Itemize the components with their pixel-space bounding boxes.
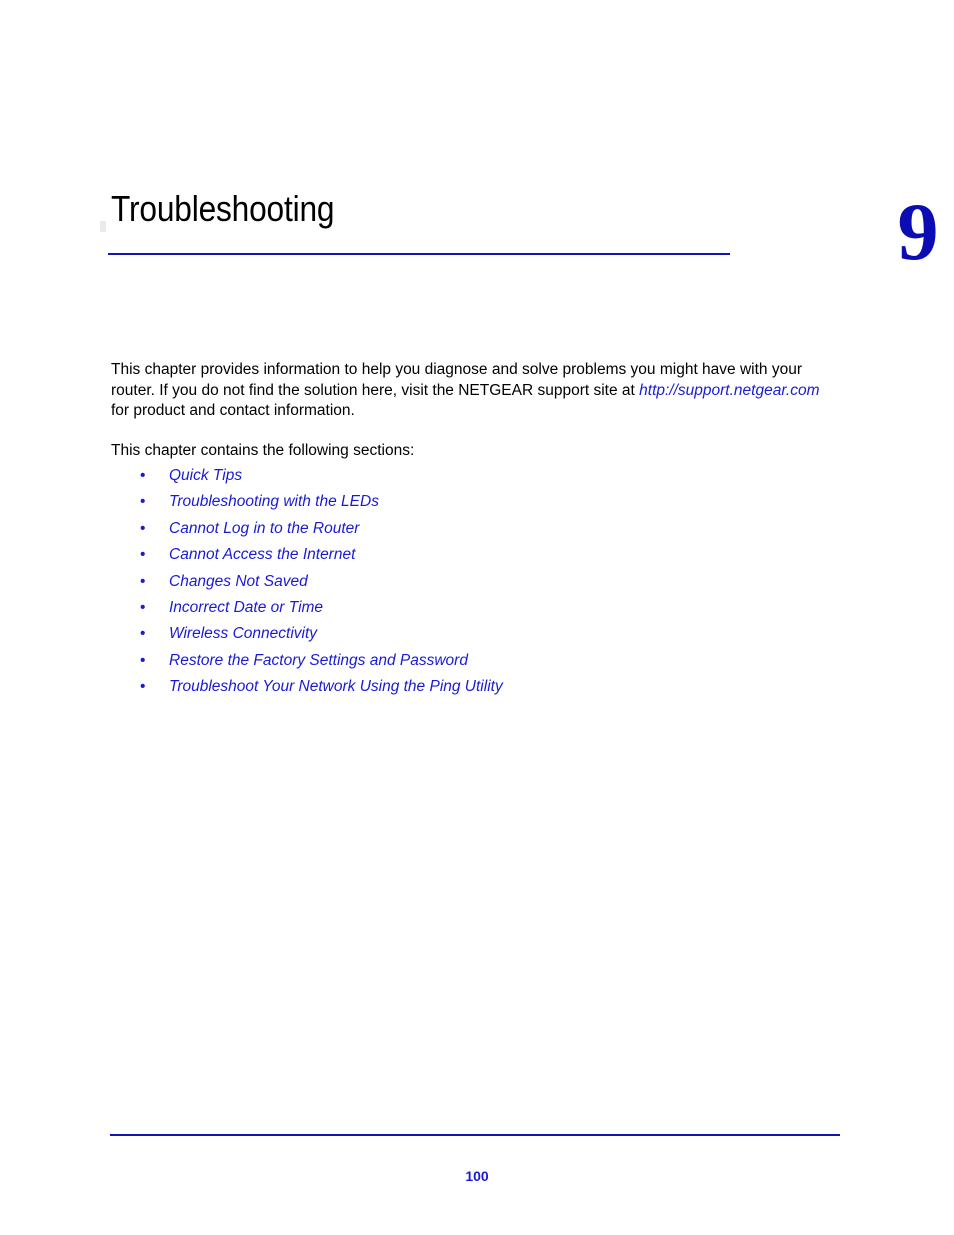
list-item: • Changes Not Saved: [111, 569, 841, 595]
chapter-header: Troubleshooting 9: [108, 186, 939, 296]
section-link-wireless-connectivity[interactable]: Wireless Connectivity: [169, 621, 317, 647]
intro-text-after-link: for product and contact information.: [111, 402, 355, 419]
list-item: • Cannot Access the Internet: [111, 542, 841, 568]
section-link-troubleshoot-your-network-using-the-ping-utility[interactable]: Troubleshoot Your Network Using the Ping…: [169, 674, 503, 700]
intro-paragraph: This chapter provides information to hel…: [111, 360, 841, 422]
netgear-support-link[interactable]: http://support.netgear.com: [639, 382, 819, 399]
chapter-section-list: • Quick Tips • Troubleshooting with the …: [111, 463, 841, 701]
bullet-icon: •: [140, 625, 146, 643]
section-link-changes-not-saved[interactable]: Changes Not Saved: [169, 569, 308, 595]
chapter-number: 9: [897, 186, 939, 277]
page-number: 100: [465, 1168, 489, 1184]
bullet-icon: •: [140, 572, 146, 590]
section-link-incorrect-date-or-time[interactable]: Incorrect Date or Time: [169, 595, 323, 621]
sections-lead-in: This chapter contains the following sect…: [111, 441, 415, 459]
list-item: • Quick Tips: [111, 463, 841, 489]
list-item: • Troubleshooting with the LEDs: [111, 489, 841, 515]
page-edge-artifact: [100, 221, 106, 232]
bullet-icon: •: [140, 678, 146, 696]
section-link-troubleshooting-with-the-leds[interactable]: Troubleshooting with the LEDs: [169, 489, 379, 515]
bullet-icon: •: [140, 651, 146, 669]
list-item: • Restore the Factory Settings and Passw…: [111, 648, 841, 674]
bullet-icon: •: [140, 467, 146, 484]
section-link-cannot-access-the-internet[interactable]: Cannot Access the Internet: [169, 542, 355, 568]
section-link-cannot-log-in-to-the-router[interactable]: Cannot Log in to the Router: [169, 516, 359, 542]
list-item: • Troubleshoot Your Network Using the Pi…: [111, 674, 841, 700]
bullet-icon: •: [140, 493, 146, 511]
list-item: • Incorrect Date or Time: [111, 595, 841, 621]
bullet-icon: •: [140, 546, 146, 564]
bullet-icon: •: [140, 598, 146, 616]
title-divider: [108, 253, 730, 255]
list-item: • Cannot Log in to the Router: [111, 516, 841, 542]
list-item: • Wireless Connectivity: [111, 621, 841, 647]
section-link-restore-the-factory-settings-and-password[interactable]: Restore the Factory Settings and Passwor…: [169, 648, 468, 674]
bullet-icon: •: [140, 519, 146, 537]
page-title: Troubleshooting: [111, 188, 335, 229]
footer-divider: [110, 1134, 840, 1136]
section-link-quick-tips[interactable]: Quick Tips: [169, 463, 242, 489]
document-page: Troubleshooting 9 This chapter provides …: [0, 0, 954, 1235]
intro-text: This chapter provides information to hel…: [111, 360, 841, 461]
